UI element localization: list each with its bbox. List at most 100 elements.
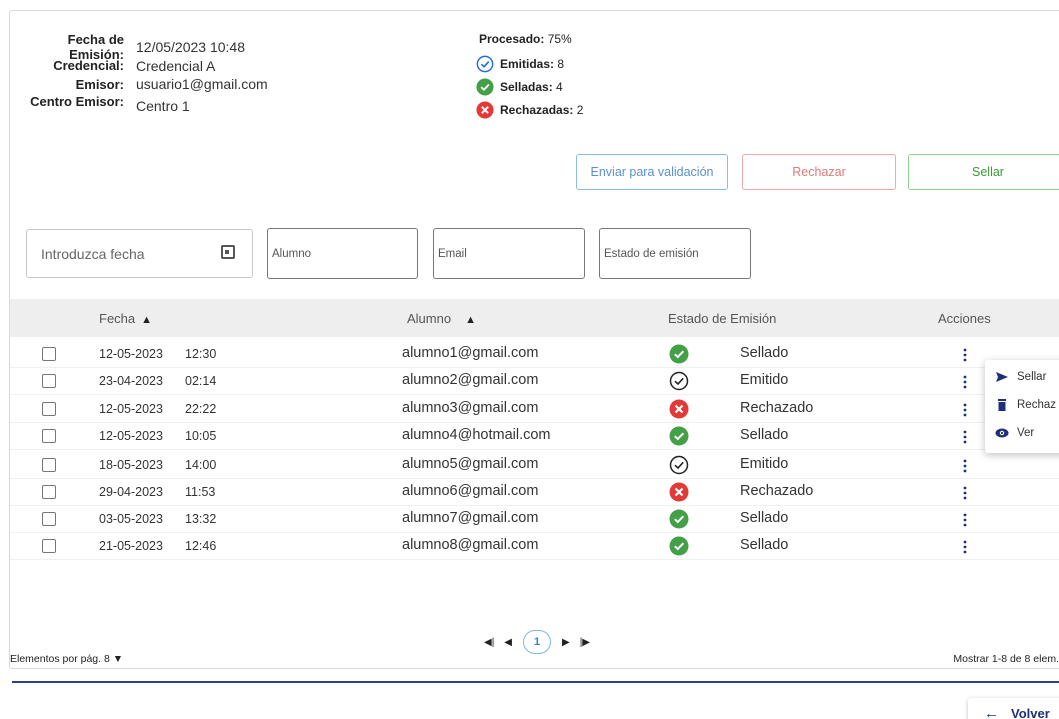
calendar-icon[interactable]: [221, 245, 235, 259]
row-hora: 11:53: [185, 485, 216, 499]
sellar-button[interactable]: Sellar: [908, 154, 1059, 190]
eye-icon: [995, 428, 1009, 438]
send-icon: [996, 372, 1008, 382]
emitido-icon: [669, 455, 689, 475]
fecha-header-label: Fecha: [99, 311, 136, 326]
row-email: alumno2@gmail.com: [402, 372, 539, 388]
menu-item-rechazar[interactable]: Rechaz: [985, 391, 1059, 419]
row-fecha: 12-05-2023: [99, 429, 163, 443]
rechazado-icon: [669, 482, 689, 502]
row-estado: Sellado: [740, 510, 789, 526]
sort-icon[interactable]: ▲︎: [141, 314, 152, 326]
table-row[interactable]: 12-05-2023 12:30 alumno1@gmail.com Sellado: [10, 341, 1059, 368]
per-page-selector[interactable]: Elementos por pág. 8 ▼︎: [10, 653, 123, 665]
pagination: ◀︎| ◀︎ 1 ▶︎ |▶︎: [479, 630, 595, 654]
row-email: alumno6@gmail.com: [402, 483, 539, 499]
rechazar-button[interactable]: Rechazar: [742, 154, 896, 190]
credencial-value: Credencial A: [136, 57, 216, 74]
prev-page-icon[interactable]: ◀︎: [504, 637, 512, 648]
row-estado: Emitido: [740, 456, 789, 472]
more-vertical-icon[interactable]: [963, 540, 967, 554]
enviar-validacion-button[interactable]: Enviar para validación: [576, 154, 728, 190]
row-checkbox[interactable]: [42, 458, 56, 472]
row-checkbox[interactable]: [42, 539, 56, 553]
current-page[interactable]: 1: [523, 630, 551, 654]
row-hora: 02:14: [185, 374, 217, 388]
emitidas-icon: [476, 55, 494, 72]
estado-filter[interactable]: Estado de emisión: [599, 228, 751, 279]
table-row[interactable]: 12-05-2023 22:22 alumno3@gmail.com Rechazad…: [10, 396, 1059, 423]
alumno-filter[interactable]: Alumno: [267, 228, 418, 279]
rechazadas-stat: Rechazadas: 2: [476, 98, 583, 121]
table-row[interactable]: 12-05-2023 10:05 alumno4@hotmail.com Sellad…: [10, 423, 1059, 450]
fecha-emision-value: 12/05/2023 10:48: [136, 39, 245, 56]
more-vertical-icon[interactable]: [963, 375, 967, 389]
row-hora: 13:32: [185, 512, 217, 526]
emitido-icon: [669, 371, 689, 391]
row-email: alumno1@gmail.com: [402, 345, 539, 361]
table-row[interactable]: 18-05-2023 14:00 alumno5@gmail.com Emitido: [10, 452, 1059, 479]
last-page-icon[interactable]: |▶︎: [580, 637, 590, 648]
more-vertical-icon[interactable]: [963, 348, 967, 362]
row-estado: Sellado: [740, 345, 789, 361]
emitidas-value: 8: [557, 56, 565, 71]
row-actions-menu: Sellar Rechaz Ver: [985, 360, 1059, 453]
alumno-column-header[interactable]: Alumno ▲︎: [407, 311, 476, 326]
row-checkbox[interactable]: [42, 485, 56, 499]
estado-filter-placeholder: Estado de emisión: [604, 247, 699, 260]
more-vertical-icon[interactable]: [963, 486, 967, 500]
email-filter[interactable]: Email: [433, 228, 585, 279]
alumno-header-label: Alumno: [407, 311, 452, 326]
row-fecha: 21-05-2023: [99, 539, 163, 553]
procesado-value: 75%: [547, 32, 572, 46]
row-email: alumno7@gmail.com: [402, 510, 539, 526]
row-estado: Sellado: [740, 427, 789, 443]
more-vertical-icon[interactable]: [963, 459, 967, 473]
trash-icon: [998, 399, 1006, 411]
selladas-stat: Selladas: 4: [476, 75, 583, 98]
selladas-value: 4: [556, 79, 563, 94]
row-fecha: 23-04-2023: [99, 374, 163, 388]
estado-column-header: Estado de Emisión: [668, 311, 777, 326]
more-vertical-icon[interactable]: [963, 403, 967, 417]
row-hora: 14:00: [185, 458, 217, 472]
emission-info: Fecha de Emisión: 12/05/2023 10:48 Crede…: [20, 32, 268, 114]
menu-item-sellar[interactable]: Sellar: [985, 363, 1059, 391]
rechazadas-label: Rechazadas:: [500, 102, 574, 117]
email-filter-placeholder: Email: [438, 247, 467, 260]
fecha-filter[interactable]: Introduzca fecha: [26, 229, 253, 278]
row-fecha: 12-05-2023: [99, 402, 163, 416]
row-estado: Emitido: [740, 372, 789, 388]
table-row[interactable]: 21-05-2023 12:46 alumno8@gmail.com Sellado: [10, 533, 1059, 560]
menu-item-ver[interactable]: Ver: [985, 419, 1059, 447]
row-email: alumno5@gmail.com: [402, 456, 539, 472]
more-vertical-icon[interactable]: [963, 430, 967, 444]
more-vertical-icon[interactable]: [963, 513, 967, 527]
volver-button[interactable]: ← Volver: [968, 698, 1059, 719]
row-checkbox[interactable]: [42, 512, 56, 526]
rechazadas-icon: [476, 100, 494, 119]
centro-emisor-value: Centro 1: [136, 97, 190, 114]
row-checkbox[interactable]: [42, 374, 56, 388]
fecha-column-header[interactable]: Fecha ▲︎: [99, 311, 152, 326]
sellado-icon: [669, 536, 689, 556]
row-checkbox[interactable]: [42, 402, 56, 416]
divider: [12, 681, 1059, 683]
row-checkbox[interactable]: [42, 429, 56, 443]
procesado-stat: Procesado: 75%: [479, 32, 583, 46]
first-page-icon[interactable]: ◀︎|: [484, 637, 494, 648]
emission-stats: Procesado: 75% Emitidas: 8 Selladas: 4 R…: [476, 32, 583, 121]
next-page-icon[interactable]: ▶︎: [562, 637, 570, 648]
row-email: alumno3@gmail.com: [402, 400, 539, 416]
sort-icon[interactable]: ▲︎: [465, 314, 476, 326]
emitidas-label: Emitidas:: [500, 56, 555, 71]
credencial-label: Credencial:: [53, 58, 124, 74]
table-row[interactable]: 23-04-2023 02:14 alumno2@gmail.com Emitido: [10, 368, 1059, 395]
table-header: Fecha ▲︎ Alumno ▲︎ Estado de Emisión Accio…: [10, 299, 1059, 337]
showing-count: Mostrar 1-8 de 8 elem.: [953, 653, 1059, 665]
row-estado: Sellado: [740, 537, 789, 553]
table-row[interactable]: 29-04-2023 11:53 alumno6@gmail.com Rechazad…: [10, 479, 1059, 506]
table-row[interactable]: 03-05-2023 13:32 alumno7@gmail.com Sellado: [10, 506, 1059, 533]
row-checkbox[interactable]: [42, 347, 56, 361]
fecha-filter-placeholder: Introduzca fecha: [41, 245, 145, 262]
